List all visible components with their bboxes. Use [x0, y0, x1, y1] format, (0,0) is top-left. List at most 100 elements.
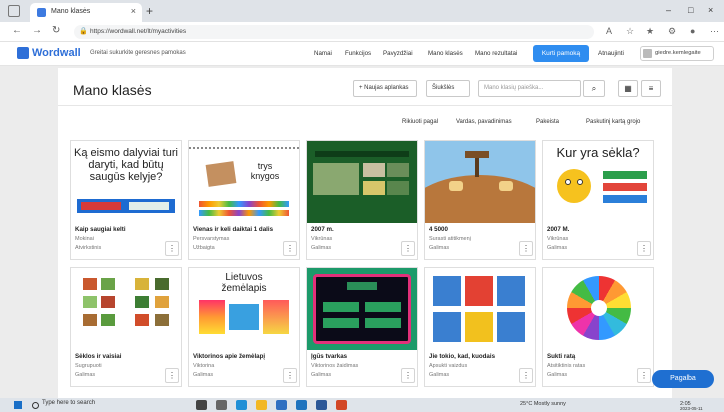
- browser-tab[interactable]: Mano klasės ×: [30, 3, 142, 22]
- taskbar-search-input[interactable]: Type here to search: [30, 400, 180, 410]
- more-options-icon[interactable]: ⋮: [165, 241, 179, 256]
- mail-icon[interactable]: [296, 400, 307, 410]
- thumbnail-text: Ką eismo dalyviai turi daryti, kad būtų …: [74, 147, 178, 183]
- nav-my-results[interactable]: Mano rezultatai: [475, 50, 517, 57]
- more-options-icon[interactable]: ⋮: [519, 241, 533, 256]
- clock-date[interactable]: 2023-05-11: [680, 406, 703, 411]
- wordwall-logo[interactable]: Wordwall: [17, 47, 81, 59]
- word-icon[interactable]: [316, 400, 327, 410]
- nav-examples[interactable]: Pavyzdžiai: [383, 50, 413, 57]
- card-title: Kaip saugiai kelti: [75, 226, 126, 233]
- more-options-icon[interactable]: ⋮: [283, 241, 297, 256]
- wordwall-favicon-icon: [37, 8, 46, 17]
- new-folder-button[interactable]: + Naujas aplankas: [353, 80, 417, 97]
- card-title: 4 5000: [429, 226, 448, 233]
- list-view-icon[interactable]: ≡: [641, 80, 661, 97]
- sort-label: Rikiuoti pagal: [402, 119, 439, 125]
- card-meta: Galimas: [75, 372, 96, 378]
- maximize-icon[interactable]: □: [688, 5, 693, 15]
- card-title: Sėklos ir vaisiai: [75, 353, 122, 360]
- activity-card[interactable]: Ką eismo dalyviai turi daryti, kad būtų …: [70, 140, 182, 260]
- card-title: 2007 m.: [311, 226, 334, 233]
- create-activity-button[interactable]: Kurti pamoką: [533, 45, 589, 62]
- read-aloud-icon[interactable]: A: [606, 26, 612, 36]
- activity-card[interactable]: Jie tokio, kad, kuodais Apsukti vaizdus …: [424, 267, 536, 387]
- activity-thumbnail: [425, 141, 535, 223]
- card-title: Jie tokio, kad, kuodais: [429, 353, 496, 360]
- powerpoint-icon[interactable]: [336, 400, 347, 410]
- window-menu-icon[interactable]: [8, 5, 20, 17]
- tab-title: Mano klasės: [51, 8, 91, 15]
- activity-card[interactable]: 4 5000 Surasti atitikmenį Galimas ⋮: [424, 140, 536, 260]
- url-text: https://wordwall.net/lt/myactivities: [90, 28, 187, 35]
- edge-icon[interactable]: [236, 400, 247, 410]
- activity-thumbnail: [307, 268, 417, 350]
- file-explorer-icon[interactable]: [256, 400, 267, 410]
- user-menu[interactable]: giedre.kemlegaite: [640, 46, 714, 61]
- sort-by-modified[interactable]: Pakeista: [536, 119, 559, 125]
- activity-thumbnail: Lietuvos žemėlapis: [189, 268, 299, 350]
- recycle-bin-button[interactable]: Šiukšlės: [426, 80, 470, 97]
- windows-start-icon[interactable]: [14, 401, 22, 409]
- upgrade-link[interactable]: Atnaujinti: [598, 50, 624, 57]
- activity-thumbnail: trys knygos: [189, 141, 299, 223]
- nav-features[interactable]: Funkcijos: [345, 50, 371, 57]
- nav-my-activities[interactable]: Mano klasės: [428, 50, 463, 57]
- activity-thumbnail: [71, 268, 181, 350]
- nav-home[interactable]: Namai: [314, 50, 332, 57]
- card-title: 2007 M.: [547, 226, 570, 233]
- activity-card[interactable]: trys knygos Vienas ir keli daiktai 1 dal…: [188, 140, 300, 260]
- activity-card[interactable]: Sukti ratą Atsitiktinis ratas Galimas ⋮: [542, 267, 654, 387]
- search-icon[interactable]: ⌕: [583, 80, 605, 97]
- new-tab-icon[interactable]: +: [146, 4, 153, 18]
- more-options-icon[interactable]: ⋮: [637, 368, 651, 383]
- card-title: Įgūs tvarkas: [311, 353, 348, 360]
- sort-by-last-played[interactable]: Paskutinį kartą grojo: [586, 119, 640, 125]
- activity-card[interactable]: Lietuvos žemėlapis Viktorinos apie žemėl…: [188, 267, 300, 387]
- more-options-icon[interactable]: ⋮: [283, 368, 297, 383]
- more-icon[interactable]: ⋯: [710, 26, 719, 37]
- more-options-icon[interactable]: ⋮: [519, 368, 533, 383]
- card-type: Apsukti vaizdus: [429, 363, 468, 369]
- card-meta: Užbaigta: [193, 245, 215, 251]
- more-options-icon[interactable]: ⋮: [165, 368, 179, 383]
- card-title: Vienas ir keli daiktai 1 dalis: [193, 226, 274, 233]
- thumbnail-text: trys knygos: [250, 161, 280, 181]
- more-options-icon[interactable]: ⋮: [637, 241, 651, 256]
- browser-tab-bar: Mano klasės × + – □ ×: [0, 0, 724, 22]
- weather-widget[interactable]: 25°C Mostly sunny: [520, 401, 566, 407]
- sort-by-name[interactable]: Vardas, pavadinimas: [456, 119, 512, 125]
- tab-close-icon[interactable]: ×: [131, 6, 136, 16]
- toolbar-divider: [58, 105, 672, 106]
- url-field[interactable]: 🔒 https://wordwall.net/lt/myactivities: [74, 25, 594, 39]
- address-bar-row: ← → ↻ 🔒 https://wordwall.net/lt/myactivi…: [0, 22, 724, 42]
- thumbnail-text: Kur yra sėkla?: [556, 145, 640, 160]
- extensions-icon[interactable]: ⚙: [668, 26, 676, 37]
- widgets-icon[interactable]: [216, 400, 227, 410]
- activity-card[interactable]: Sėklos ir vaisiai Sugrupuoti Galimas ⋮: [70, 267, 182, 387]
- activity-card[interactable]: Kur yra sėkla? 2007 M. Vikrūnas Galimas …: [542, 140, 654, 260]
- forward-icon[interactable]: →: [32, 25, 42, 36]
- help-button[interactable]: Pagalba: [652, 370, 714, 388]
- refresh-icon[interactable]: ↻: [52, 25, 60, 36]
- profile-icon[interactable]: ●: [690, 26, 695, 36]
- activity-card[interactable]: 2007 m. Vikrūnas Galimas ⋮: [306, 140, 418, 260]
- user-name: giedre.kemlegaite: [655, 50, 701, 56]
- store-icon[interactable]: [276, 400, 287, 410]
- favorites-list-icon[interactable]: ★: [646, 26, 654, 37]
- card-type: Vikrūnas: [311, 236, 333, 242]
- page-title: Mano klasės: [73, 82, 152, 98]
- more-options-icon[interactable]: ⋮: [401, 241, 415, 256]
- favorite-icon[interactable]: ☆: [626, 26, 634, 37]
- search-input[interactable]: Mano klasių paieška...: [478, 80, 581, 97]
- card-meta: Galimas: [193, 372, 214, 378]
- site-header: Wordwall Greitai sukurkite geresnes pamo…: [0, 42, 724, 66]
- task-view-icon[interactable]: [196, 400, 207, 410]
- back-icon[interactable]: ←: [12, 25, 22, 36]
- grid-view-icon[interactable]: ▦: [618, 80, 638, 97]
- more-options-icon[interactable]: ⋮: [401, 368, 415, 383]
- activity-card[interactable]: Įgūs tvarkas Viktorinos žaidimas Galimas…: [306, 267, 418, 387]
- close-window-icon[interactable]: ×: [708, 5, 713, 15]
- activity-thumbnail: Ką eismo dalyviai turi daryti, kad būtų …: [71, 141, 181, 223]
- minimize-icon[interactable]: –: [666, 5, 671, 15]
